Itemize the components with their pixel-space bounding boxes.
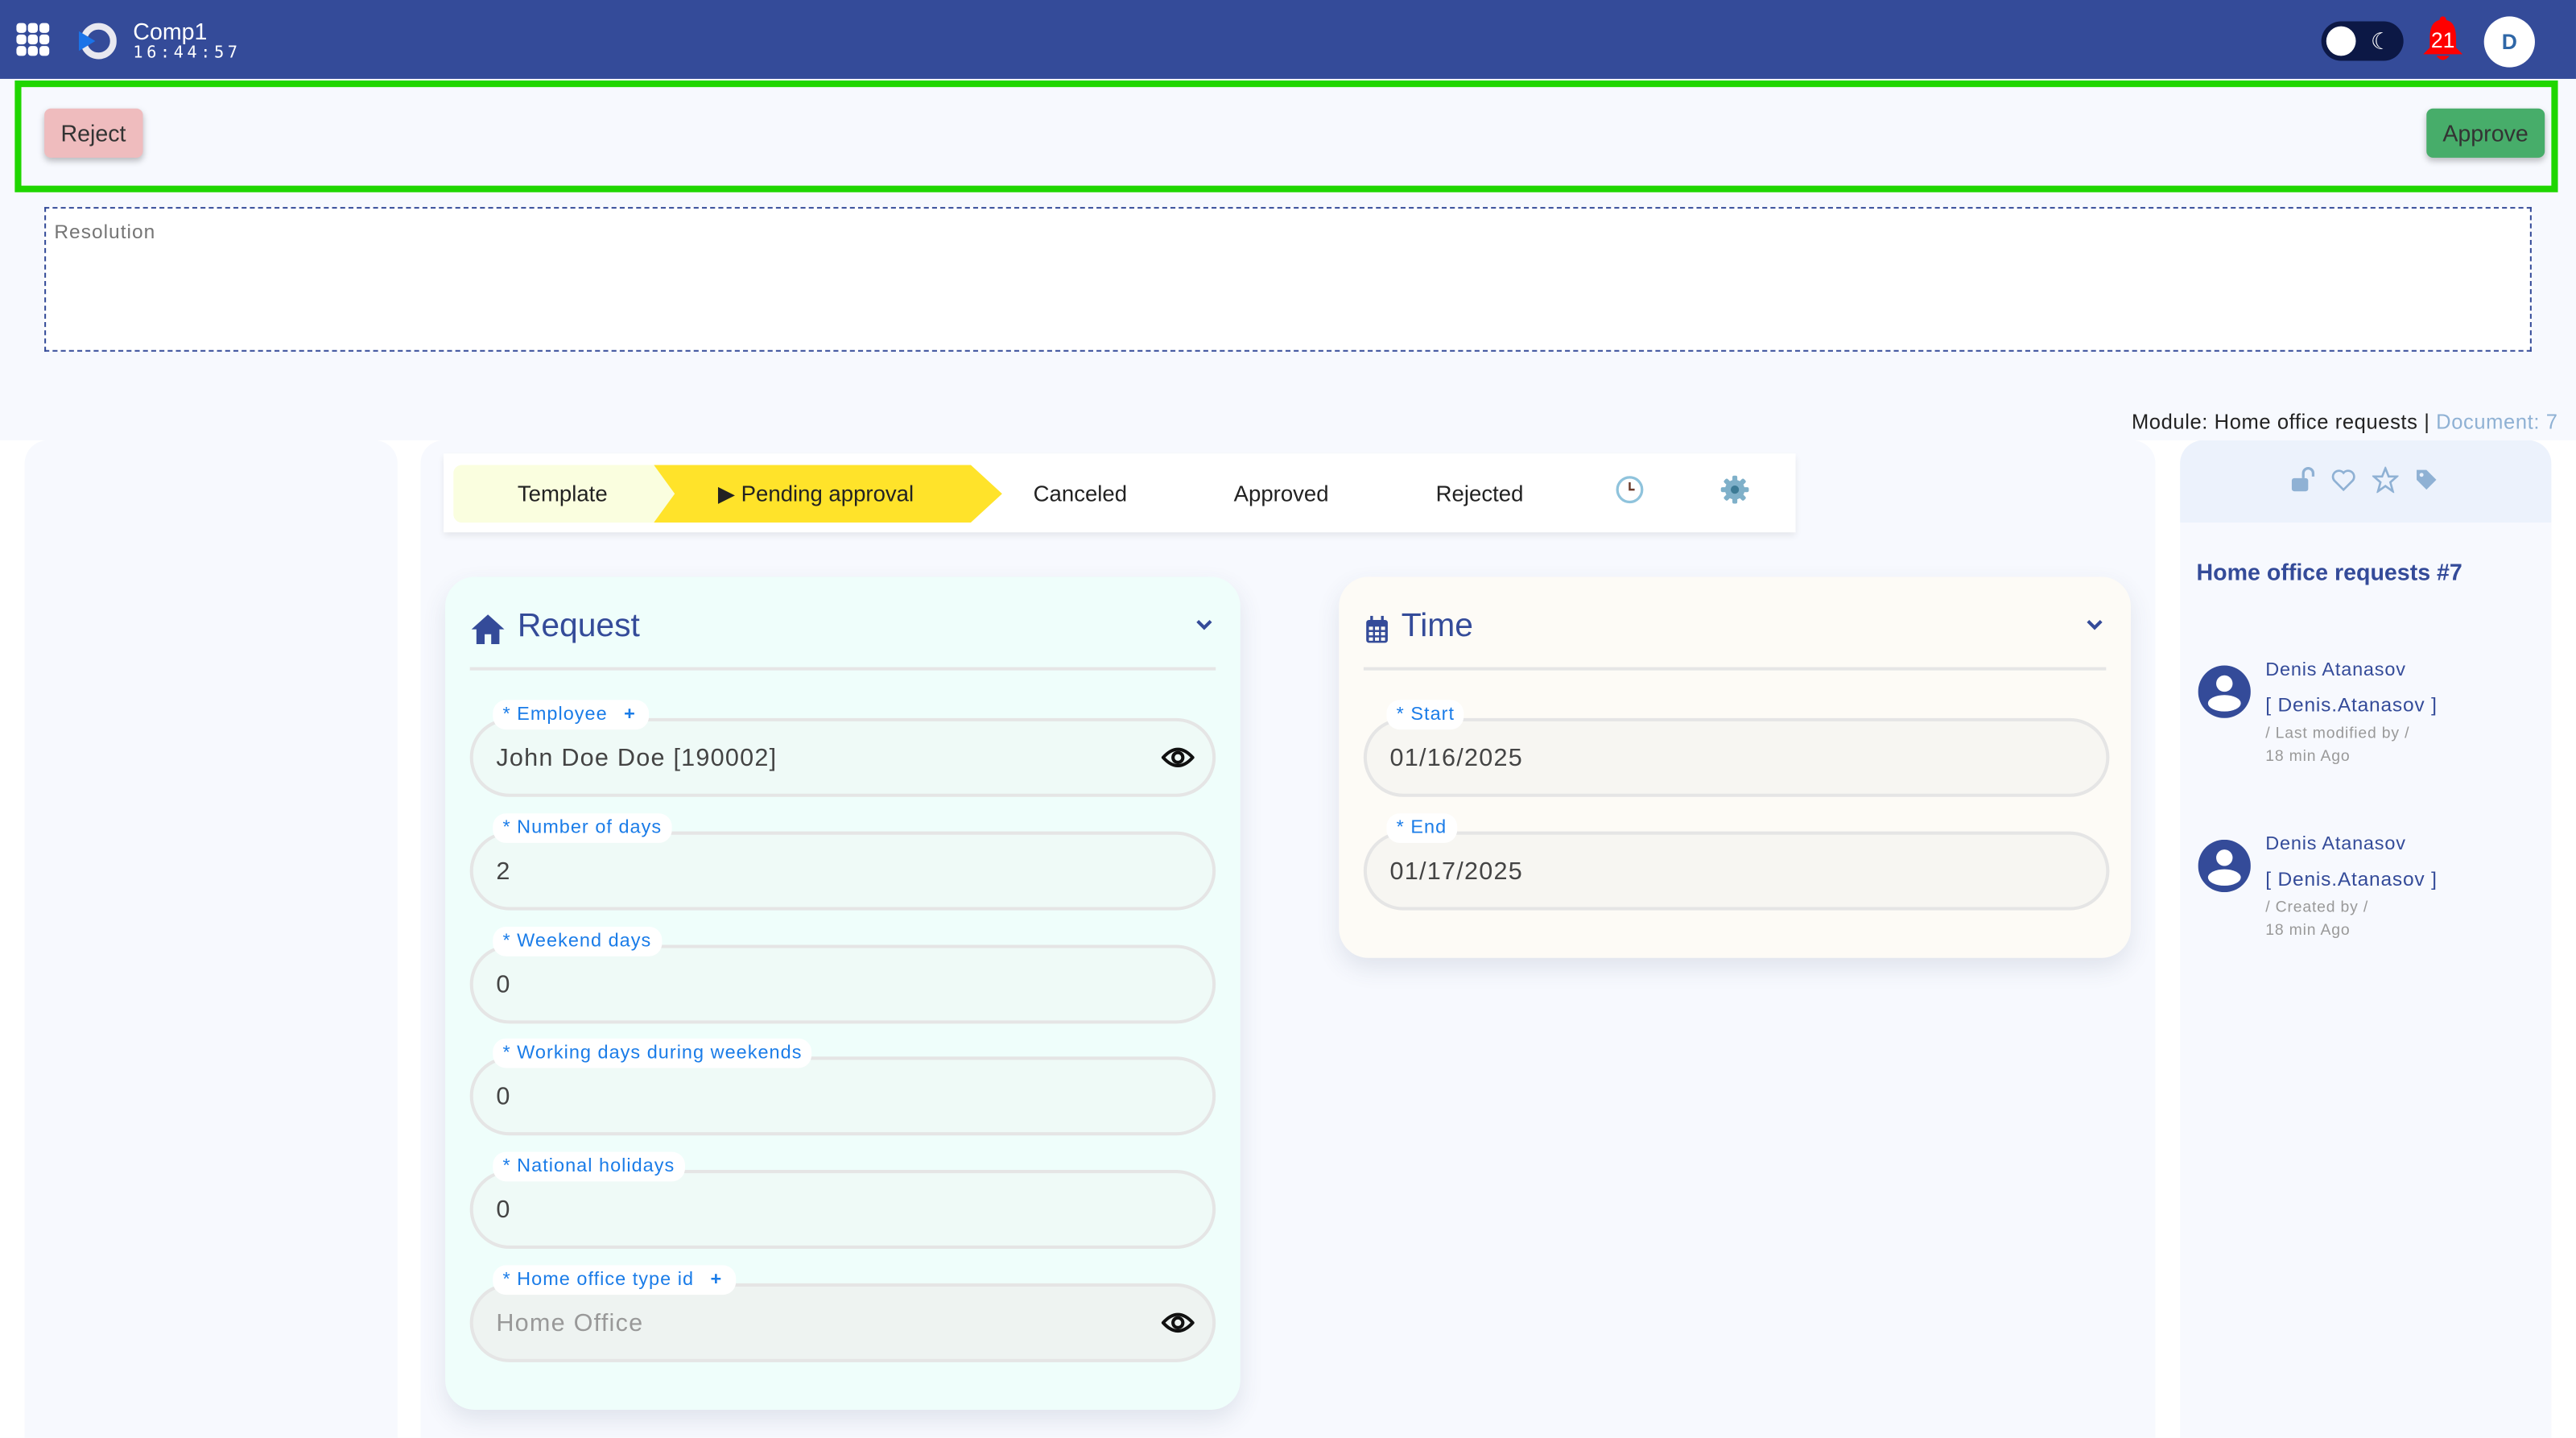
step-canceled[interactable]: Canceled: [1034, 465, 1127, 523]
star-icon[interactable]: [2372, 466, 2399, 494]
approval-action-bar: Reject Approve: [14, 80, 2558, 192]
eye-icon[interactable]: [1161, 1306, 1195, 1339]
request-card-header[interactable]: Request: [469, 605, 1216, 671]
user-avatar-icon: [2198, 839, 2251, 893]
start-date-label: * Start: [1386, 700, 1465, 730]
step-approved[interactable]: Approved: [1234, 465, 1329, 523]
audit-time: 18 min Ago: [2265, 747, 2351, 767]
working-days-weekends-label: * Working days during weekends: [493, 1038, 812, 1068]
step-rejected[interactable]: Rejected: [1436, 465, 1524, 523]
sidebar-toolbar: [2180, 440, 2552, 523]
home-icon: [471, 614, 505, 644]
top-bar: [0, 0, 2576, 79]
chevron-down-icon[interactable]: [2083, 613, 2107, 636]
company-name: Comp1: [133, 18, 208, 45]
settings-icon[interactable]: [1720, 475, 1750, 505]
end-date-label: * End: [1386, 813, 1457, 843]
notification-count: 21: [2430, 27, 2455, 53]
audit-username[interactable]: [ Denis.Atanasov ]: [2265, 868, 2437, 891]
start-date-field: * Start: [1363, 700, 2110, 797]
employee-input[interactable]: [496, 738, 1121, 778]
end-date-input[interactable]: [1389, 851, 2015, 891]
national-holidays-label: * National holidays: [493, 1151, 685, 1182]
moon-icon: ☾: [2370, 27, 2392, 55]
document-number: Document: 7: [2436, 411, 2558, 434]
working-days-weekends-input[interactable]: [496, 1076, 1121, 1116]
audit-time: 18 min Ago: [2265, 921, 2351, 940]
toggle-knob: [2326, 26, 2356, 56]
audit-action: / Created by /: [2265, 899, 2369, 917]
user-avatar-icon: [2198, 665, 2251, 718]
audit-action: / Last modified by /: [2265, 724, 2410, 743]
audit-username[interactable]: [ Denis.Atanasov ]: [2265, 693, 2437, 717]
status-stepper: Template ▶ Pending approval Canceled App…: [444, 453, 1796, 533]
number-of-days-label: * Number of days: [493, 813, 672, 843]
apps-grid-icon[interactable]: [16, 23, 50, 56]
employee-field: * Employee +: [469, 700, 1216, 797]
request-card: Request * Employee+ * Number of days * W…: [445, 576, 1241, 1411]
weekend-days-input[interactable]: [496, 964, 1121, 1004]
start-date-input[interactable]: [1389, 738, 2015, 778]
clock: 16:44:57: [133, 44, 242, 63]
module-label: Module: Home office requests |: [2131, 411, 2430, 434]
heart-icon[interactable]: [2331, 469, 2356, 492]
working-days-weekends-field: * Working days during weekends: [469, 1038, 1216, 1136]
document-title: Home office requests #7: [2196, 558, 2462, 585]
weekend-days-label: * Weekend days: [493, 927, 662, 957]
dark-mode-toggle[interactable]: ☾: [2321, 21, 2404, 61]
approve-button[interactable]: Approve: [2425, 108, 2545, 158]
unlock-icon[interactable]: [2290, 467, 2317, 494]
time-card-header[interactable]: Time: [1363, 605, 2107, 671]
module-info: Module: Home office requests | Document:…: [2132, 411, 2558, 434]
number-of-days-input[interactable]: [496, 851, 1121, 891]
request-card-title: Request: [517, 608, 640, 644]
document-sidebar: Home office requests #7 Denis Atanasov […: [2180, 440, 2552, 1438]
audit-entry: Denis Atanasov [ Denis.Atanasov ] / Last…: [2197, 657, 2542, 772]
add-home-office-type-icon[interactable]: +: [710, 1271, 722, 1290]
home-office-type-field: * Home office type id +: [469, 1265, 1216, 1362]
home-office-type-label: * Home office type id +: [493, 1265, 736, 1295]
step-pending-approval[interactable]: ▶ Pending approval: [654, 465, 1002, 523]
employee-label: * Employee +: [493, 700, 650, 730]
time-card-title: Time: [1401, 608, 1473, 644]
history-icon[interactable]: [1615, 475, 1645, 505]
end-date-field: * End: [1363, 813, 2110, 911]
left-panel: [24, 440, 398, 1438]
tag-icon[interactable]: [2415, 469, 2438, 492]
audit-entry: Denis Atanasov [ Denis.Atanasov ] / Crea…: [2197, 832, 2542, 947]
reject-button[interactable]: Reject: [44, 108, 142, 158]
number-of-days-field: * Number of days: [469, 813, 1216, 911]
home-office-type-input[interactable]: [496, 1303, 1121, 1343]
national-holidays-field: * National holidays: [469, 1151, 1216, 1250]
audit-user-name: Denis Atanasov: [2265, 834, 2406, 855]
time-card: Time * Start * End: [1339, 576, 2131, 958]
add-employee-icon[interactable]: +: [624, 705, 636, 725]
company-logo-icon[interactable]: [74, 19, 117, 62]
calendar-icon: [1366, 615, 1388, 643]
user-avatar[interactable]: D: [2483, 16, 2535, 68]
resolution-field: [44, 207, 2532, 352]
chevron-down-icon[interactable]: [1193, 613, 1216, 636]
resolution-input[interactable]: [46, 209, 2530, 350]
eye-icon[interactable]: [1161, 741, 1195, 774]
national-holidays-input[interactable]: [496, 1189, 1121, 1229]
weekend-days-field: * Weekend days: [469, 927, 1216, 1024]
audit-user-name: Denis Atanasov: [2265, 660, 2406, 680]
